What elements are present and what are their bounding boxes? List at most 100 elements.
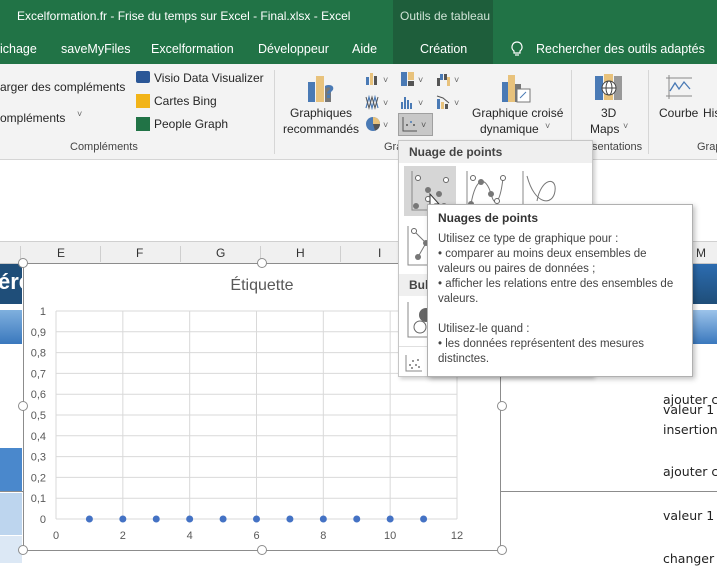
- sparkline-line-icon: [664, 74, 694, 103]
- gradient-cell-right[interactable]: [693, 310, 717, 344]
- 3d-maps-icon: [594, 72, 624, 105]
- 3d-maps-label2[interactable]: Maps: [590, 122, 619, 136]
- line-chart-icon[interactable]: ˅: [365, 94, 393, 113]
- col-divider: [340, 246, 341, 262]
- resize-handle[interactable]: [18, 258, 28, 268]
- tooltip-line: distinctes.: [438, 353, 490, 365]
- pie-chart-icon[interactable]: ˅: [365, 116, 393, 135]
- x-tick-label: 6: [253, 530, 259, 542]
- tooltip-line: • les données représentent des mesures: [438, 338, 645, 350]
- visio-data-visualizer-button[interactable]: Visio Data Visualizer: [154, 71, 264, 85]
- column-header-g[interactable]: G: [216, 246, 225, 260]
- statistic-chart-icon[interactable]: ˅: [400, 94, 428, 113]
- tab-creation[interactable]: Création: [420, 42, 467, 56]
- bing-maps-button[interactable]: Cartes Bing: [154, 94, 217, 108]
- data-point[interactable]: [219, 515, 227, 523]
- data-point[interactable]: [353, 515, 361, 523]
- group-label-addins: Compléments: [70, 141, 138, 153]
- data-point[interactable]: [85, 515, 93, 523]
- tooltip-line: Utilisez-le quand :: [438, 323, 530, 335]
- column-header-e[interactable]: E: [57, 246, 65, 260]
- pivot-chart-label2[interactable]: dynamique: [480, 122, 539, 136]
- tab-excelformation[interactable]: Excelformation: [151, 42, 234, 56]
- svg-text:˅: ˅: [454, 75, 459, 85]
- x-tick-label: 2: [120, 530, 126, 542]
- recommended-charts-icon: ?: [306, 72, 338, 107]
- resize-handle[interactable]: [18, 401, 28, 411]
- data-point[interactable]: [253, 515, 260, 523]
- data-point[interactable]: [119, 515, 127, 523]
- svg-text:˅: ˅: [383, 75, 388, 85]
- svg-text:˅: ˅: [418, 75, 423, 85]
- tab-developpeur[interactable]: Développeur: [258, 42, 329, 56]
- gradient-cell[interactable]: [0, 310, 22, 344]
- cell-text[interactable]: ajouter c: [663, 464, 717, 479]
- header-banner-cell[interactable]: éré: [0, 264, 31, 304]
- y-tick-label: 1: [40, 306, 46, 318]
- x-tick-label: 12: [451, 530, 463, 542]
- cell-text[interactable]: changer: [663, 551, 714, 566]
- column-chart-icon[interactable]: ˅: [365, 71, 393, 90]
- chart-type-tooltip: Nuages de points Utilisez ce type de gra…: [427, 204, 693, 377]
- chevron-down-icon[interactable]: ˅: [77, 109, 82, 119]
- more-scatter-charts[interactable]: [404, 353, 424, 373]
- svg-text:˅: ˅: [418, 98, 423, 108]
- resize-handle[interactable]: [257, 545, 267, 555]
- waterfall-chart-icon[interactable]: ˅: [436, 71, 464, 90]
- header-banner-cell-right[interactable]: [693, 264, 717, 304]
- column-header-i[interactable]: I: [378, 246, 381, 260]
- y-tick-label: 0,4: [31, 431, 46, 443]
- data-point[interactable]: [152, 515, 160, 523]
- tab-savemyfiles[interactable]: saveMyFiles: [61, 42, 130, 56]
- chart-title[interactable]: Étiquette: [230, 275, 293, 294]
- resize-handle[interactable]: [497, 545, 507, 555]
- sparkline-column-button[interactable]: His: [703, 106, 717, 120]
- scatter-chart-icon: ˅: [402, 117, 426, 132]
- blue-cell[interactable]: [0, 448, 22, 492]
- hierarchy-chart-icon[interactable]: ˅: [400, 71, 428, 90]
- cell-text[interactable]: valeur 1: [663, 402, 714, 417]
- data-point[interactable]: [420, 515, 428, 523]
- context-group-label: Outils de tableau: [400, 9, 491, 23]
- light-blue-cell[interactable]: [0, 493, 22, 535]
- column-header-h[interactable]: H: [296, 246, 305, 260]
- data-point[interactable]: [286, 515, 294, 523]
- data-point[interactable]: [386, 515, 394, 523]
- pivot-chart-label1[interactable]: Graphique croisé: [472, 106, 563, 120]
- group-label-sparklines: Grap: [697, 141, 717, 153]
- chevron-down-icon[interactable]: ˅: [545, 121, 550, 131]
- tab-affichage[interactable]: ichage: [0, 42, 37, 56]
- col-divider: [180, 246, 181, 262]
- sparkline-line-button[interactable]: Courbe: [659, 106, 698, 120]
- svg-text:˅: ˅: [421, 120, 426, 130]
- tab-aide[interactable]: Aide: [352, 42, 377, 56]
- chevron-down-icon[interactable]: ˅: [623, 121, 628, 131]
- get-addins-button[interactable]: arger des compléments: [0, 80, 125, 94]
- group-label-tours: sentations: [592, 141, 643, 153]
- tooltip-title: Nuages de points: [438, 211, 539, 225]
- y-tick-label: 0,3: [31, 452, 46, 464]
- resize-handle[interactable]: [18, 545, 28, 555]
- cell-text[interactable]: insertion: [663, 422, 717, 437]
- my-addins-button[interactable]: ompléments: [0, 111, 65, 125]
- col-divider: [100, 246, 101, 262]
- column-header-f[interactable]: F: [136, 246, 143, 260]
- data-point[interactable]: [186, 515, 194, 523]
- y-tick-label: 0,2: [31, 472, 46, 484]
- people-graph-button[interactable]: People Graph: [154, 117, 228, 131]
- recommended-charts-label1[interactable]: Graphiques: [290, 106, 352, 120]
- resize-handle[interactable]: [257, 258, 267, 268]
- x-tick-label: 0: [53, 530, 59, 542]
- tell-me-search[interactable]: Rechercher des outils adaptés: [536, 42, 705, 56]
- recommended-charts-label2[interactable]: recommandés: [283, 122, 359, 136]
- scatter-chart-button[interactable]: ˅: [398, 113, 433, 136]
- visio-icon: [136, 71, 150, 83]
- 3d-maps-label1[interactable]: 3D: [601, 106, 616, 120]
- svg-text:?: ?: [324, 82, 334, 103]
- cell-text[interactable]: valeur 1: [663, 508, 714, 523]
- tooltip-line: valeurs.: [438, 293, 479, 305]
- data-point[interactable]: [319, 515, 327, 523]
- combo-chart-icon[interactable]: ˅: [436, 94, 464, 113]
- column-header-m[interactable]: M: [696, 246, 706, 260]
- resize-handle[interactable]: [497, 401, 507, 411]
